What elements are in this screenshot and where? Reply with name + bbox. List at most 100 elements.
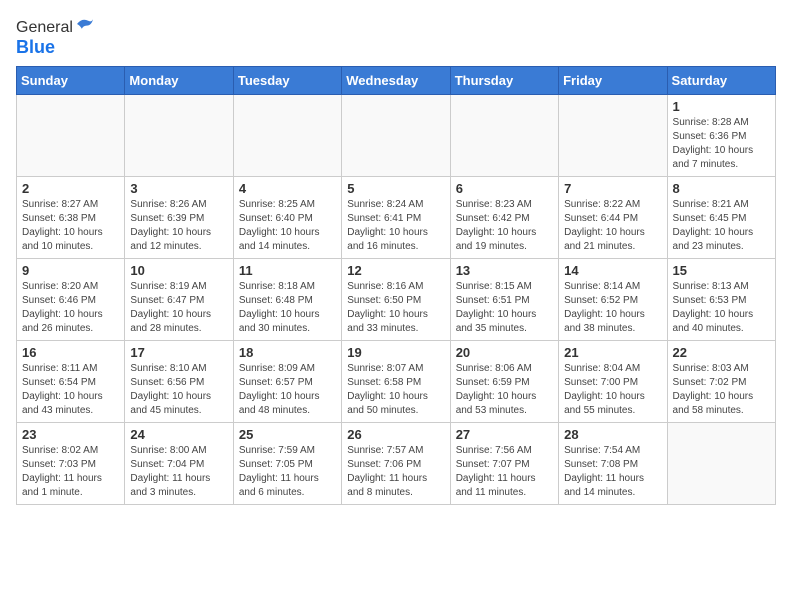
calendar-cell: 22 Sunrise: 8:03 AM Sunset: 7:02 PM Dayli… [667, 341, 775, 423]
day-info: Sunrise: 8:25 AM Sunset: 6:40 PM Dayligh… [239, 198, 336, 254]
calendar-cell [17, 95, 125, 177]
calendar-cell [342, 95, 450, 177]
day-number: 23 [22, 427, 119, 442]
calendar-cell: 26 Sunrise: 7:57 AM Sunset: 7:06 PM Dayli… [342, 423, 450, 505]
calendar-cell: 16 Sunrise: 8:11 AM Sunset: 6:54 PM Dayli… [17, 341, 125, 423]
calendar-cell: 23 Sunrise: 8:02 AM Sunset: 7:03 PM Dayli… [17, 423, 125, 505]
calendar-cell: 19 Sunrise: 8:07 AM Sunset: 6:58 PM Dayli… [342, 341, 450, 423]
day-number: 16 [22, 345, 119, 360]
day-info: Sunrise: 8:28 AM Sunset: 6:36 PM Dayligh… [673, 116, 770, 172]
day-number: 28 [564, 427, 661, 442]
calendar-cell: 28 Sunrise: 7:54 AM Sunset: 7:08 PM Dayli… [559, 423, 667, 505]
day-number: 2 [22, 181, 119, 196]
day-info: Sunrise: 8:22 AM Sunset: 6:44 PM Dayligh… [564, 198, 661, 254]
calendar-week-row: 1 Sunrise: 8:28 AM Sunset: 6:36 PM Daylig… [17, 95, 776, 177]
calendar-cell: 9Sunrise: 8:20 AM Sunset: 6:46 PM Daylig… [17, 259, 125, 341]
day-info: Sunrise: 8:11 AM Sunset: 6:54 PM Dayligh… [22, 362, 119, 418]
weekday-header-saturday: Saturday [667, 67, 775, 95]
calendar-cell: 12 Sunrise: 8:16 AM Sunset: 6:50 PM Dayli… [342, 259, 450, 341]
calendar-cell: 15Sunrise: 8:13 AM Sunset: 6:53 PM Dayli… [667, 259, 775, 341]
calendar-week-row: 16 Sunrise: 8:11 AM Sunset: 6:54 PM Dayli… [17, 341, 776, 423]
day-number: 9 [22, 263, 119, 278]
calendar-cell: 10 Sunrise: 8:19 AM Sunset: 6:47 PM Dayli… [125, 259, 233, 341]
calendar-cell: 4 Sunrise: 8:25 AM Sunset: 6:40 PM Daylig… [233, 177, 341, 259]
day-number: 5 [347, 181, 444, 196]
calendar-week-row: 2Sunrise: 8:27 AM Sunset: 6:38 PM Daylig… [17, 177, 776, 259]
calendar-cell: 17Sunrise: 8:10 AM Sunset: 6:56 PM Dayli… [125, 341, 233, 423]
calendar-cell [559, 95, 667, 177]
logo-blue: Blue [16, 37, 55, 57]
day-number: 22 [673, 345, 770, 360]
logo: General Blue [16, 16, 95, 58]
calendar-cell: 7 Sunrise: 8:22 AM Sunset: 6:44 PM Daylig… [559, 177, 667, 259]
day-number: 10 [130, 263, 227, 278]
day-info: Sunrise: 8:16 AM Sunset: 6:50 PM Dayligh… [347, 280, 444, 336]
day-info: Sunrise: 8:18 AM Sunset: 6:48 PM Dayligh… [239, 280, 336, 336]
day-info: Sunrise: 8:03 AM Sunset: 7:02 PM Dayligh… [673, 362, 770, 418]
day-info: Sunrise: 8:24 AM Sunset: 6:41 PM Dayligh… [347, 198, 444, 254]
calendar-week-row: 9Sunrise: 8:20 AM Sunset: 6:46 PM Daylig… [17, 259, 776, 341]
day-info: Sunrise: 8:23 AM Sunset: 6:42 PM Dayligh… [456, 198, 553, 254]
day-info: Sunrise: 8:13 AM Sunset: 6:53 PM Dayligh… [673, 280, 770, 336]
day-info: Sunrise: 7:59 AM Sunset: 7:05 PM Dayligh… [239, 444, 336, 500]
calendar-cell: 8Sunrise: 8:21 AM Sunset: 6:45 PM Daylig… [667, 177, 775, 259]
day-number: 19 [347, 345, 444, 360]
calendar-cell [233, 95, 341, 177]
calendar-cell: 6 Sunrise: 8:23 AM Sunset: 6:42 PM Daylig… [450, 177, 558, 259]
calendar-cell [450, 95, 558, 177]
weekday-header-wednesday: Wednesday [342, 67, 450, 95]
day-number: 20 [456, 345, 553, 360]
day-number: 24 [130, 427, 227, 442]
day-number: 13 [456, 263, 553, 278]
day-number: 25 [239, 427, 336, 442]
day-number: 1 [673, 99, 770, 114]
weekday-header-thursday: Thursday [450, 67, 558, 95]
day-number: 11 [239, 263, 336, 278]
day-number: 21 [564, 345, 661, 360]
day-info: Sunrise: 8:07 AM Sunset: 6:58 PM Dayligh… [347, 362, 444, 418]
day-number: 3 [130, 181, 227, 196]
day-info: Sunrise: 7:57 AM Sunset: 7:06 PM Dayligh… [347, 444, 444, 500]
day-number: 8 [673, 181, 770, 196]
calendar-cell: 5 Sunrise: 8:24 AM Sunset: 6:41 PM Daylig… [342, 177, 450, 259]
calendar-table: SundayMondayTuesdayWednesdayThursdayFrid… [16, 66, 776, 505]
day-info: Sunrise: 8:14 AM Sunset: 6:52 PM Dayligh… [564, 280, 661, 336]
calendar-cell: 20 Sunrise: 8:06 AM Sunset: 6:59 PM Dayli… [450, 341, 558, 423]
calendar-cell: 18 Sunrise: 8:09 AM Sunset: 6:57 PM Dayli… [233, 341, 341, 423]
day-info: Sunrise: 7:54 AM Sunset: 7:08 PM Dayligh… [564, 444, 661, 500]
day-number: 14 [564, 263, 661, 278]
calendar-cell: 1 Sunrise: 8:28 AM Sunset: 6:36 PM Daylig… [667, 95, 775, 177]
calendar-cell [667, 423, 775, 505]
calendar-cell: 3 Sunrise: 8:26 AM Sunset: 6:39 PM Daylig… [125, 177, 233, 259]
calendar-cell: 2Sunrise: 8:27 AM Sunset: 6:38 PM Daylig… [17, 177, 125, 259]
weekday-header-row: SundayMondayTuesdayWednesdayThursdayFrid… [17, 67, 776, 95]
weekday-header-sunday: Sunday [17, 67, 125, 95]
day-number: 27 [456, 427, 553, 442]
day-number: 18 [239, 345, 336, 360]
logo-bird-icon [75, 16, 95, 32]
day-number: 7 [564, 181, 661, 196]
day-info: Sunrise: 8:10 AM Sunset: 6:56 PM Dayligh… [130, 362, 227, 418]
day-info: Sunrise: 8:09 AM Sunset: 6:57 PM Dayligh… [239, 362, 336, 418]
day-number: 6 [456, 181, 553, 196]
calendar-cell: 21 Sunrise: 8:04 AM Sunset: 7:00 PM Dayli… [559, 341, 667, 423]
day-number: 4 [239, 181, 336, 196]
calendar-cell: 25 Sunrise: 7:59 AM Sunset: 7:05 PM Dayli… [233, 423, 341, 505]
day-info: Sunrise: 8:04 AM Sunset: 7:00 PM Dayligh… [564, 362, 661, 418]
day-info: Sunrise: 8:06 AM Sunset: 6:59 PM Dayligh… [456, 362, 553, 418]
calendar-cell: 24Sunrise: 8:00 AM Sunset: 7:04 PM Dayli… [125, 423, 233, 505]
weekday-header-friday: Friday [559, 67, 667, 95]
day-info: Sunrise: 8:19 AM Sunset: 6:47 PM Dayligh… [130, 280, 227, 336]
day-info: Sunrise: 8:26 AM Sunset: 6:39 PM Dayligh… [130, 198, 227, 254]
day-info: Sunrise: 8:15 AM Sunset: 6:51 PM Dayligh… [456, 280, 553, 336]
day-number: 26 [347, 427, 444, 442]
calendar-cell: 27 Sunrise: 7:56 AM Sunset: 7:07 PM Dayli… [450, 423, 558, 505]
day-info: Sunrise: 7:56 AM Sunset: 7:07 PM Dayligh… [456, 444, 553, 500]
calendar-cell [125, 95, 233, 177]
calendar-cell: 13 Sunrise: 8:15 AM Sunset: 6:51 PM Dayli… [450, 259, 558, 341]
day-info: Sunrise: 8:02 AM Sunset: 7:03 PM Dayligh… [22, 444, 119, 500]
day-number: 12 [347, 263, 444, 278]
logo-general: General [16, 19, 73, 36]
weekday-header-tuesday: Tuesday [233, 67, 341, 95]
calendar-cell: 14 Sunrise: 8:14 AM Sunset: 6:52 PM Dayli… [559, 259, 667, 341]
